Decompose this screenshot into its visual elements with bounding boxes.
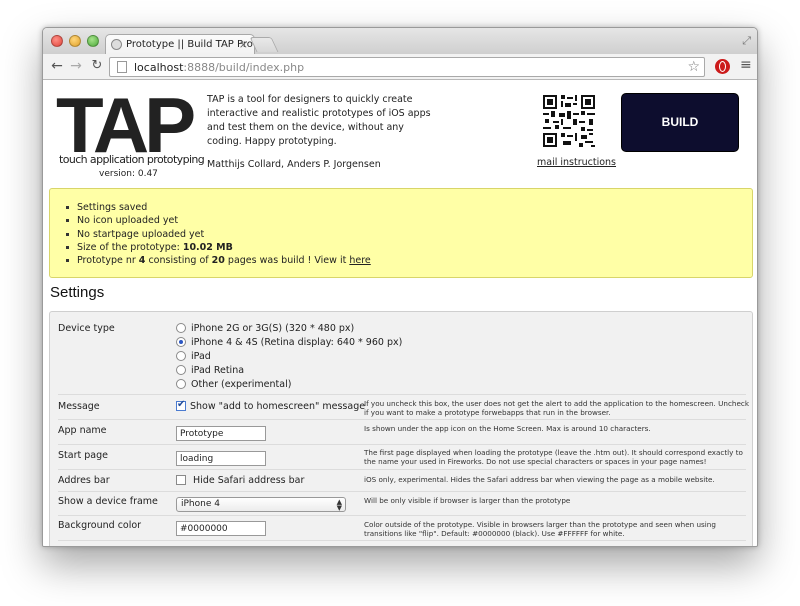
- window-close-icon[interactable]: [51, 35, 63, 47]
- checkbox-label: Show "add to homescreen" message: [190, 401, 366, 412]
- intro-text: TAP is a tool for designers to quickly c…: [207, 94, 431, 147]
- background-color-label: Background color: [58, 520, 142, 531]
- tab-strip: Prototype || Build TAP Protot × ⤢: [43, 28, 757, 55]
- start-page-help: The first page displayed when loading th…: [364, 448, 743, 467]
- device-option-label: Other (experimental): [191, 379, 292, 390]
- back-arrow-icon[interactable]: ←: [49, 58, 65, 74]
- browser-toolbar: ← → ↻ localhost:8888/build/index.php ☆ ≡: [43, 54, 757, 80]
- app-name-input[interactable]: [176, 426, 266, 441]
- radio-button[interactable]: [176, 323, 186, 333]
- device-frame-label: Show a device frame: [58, 496, 158, 507]
- fullscreen-icon[interactable]: ⤢: [742, 34, 751, 48]
- device-option-iphone-3g[interactable]: iPhone 2G or 3G(S) (320 * 480 px): [176, 323, 354, 334]
- checkbox-checked[interactable]: [176, 399, 186, 411]
- radio-button[interactable]: [176, 379, 186, 389]
- device-option-ipad-retina[interactable]: iPad Retina: [176, 365, 244, 376]
- start-page-label: Start page: [58, 450, 108, 461]
- radio-button[interactable]: [176, 365, 186, 375]
- opera-extension-icon[interactable]: [715, 59, 730, 74]
- browser-window: Prototype || Build TAP Protot × ⤢ ← → ↻ …: [42, 27, 758, 547]
- device-option-label: iPad Retina: [191, 365, 245, 376]
- message-label: Message: [58, 401, 100, 412]
- proto-pages: 20: [211, 255, 225, 267]
- size-value: 10.02 MB: [182, 241, 233, 253]
- url-path: :8888/build/index.php: [183, 61, 305, 74]
- window-zoom-icon[interactable]: [87, 35, 99, 47]
- address-bar-row: Addres bar Hide Safari address bar iOS o…: [58, 470, 746, 492]
- background-color-input[interactable]: [176, 521, 266, 536]
- menu-hamburger-icon[interactable]: ≡: [740, 57, 752, 73]
- device-option-label: iPad: [191, 351, 211, 362]
- device-option-ipad[interactable]: iPad: [176, 351, 211, 362]
- device-frame-help: Will be only visible if browser is large…: [364, 496, 571, 505]
- checkbox-unchecked[interactable]: [176, 475, 186, 485]
- reload-icon[interactable]: ↻: [89, 58, 105, 74]
- logo-subtitle: touch application prototyping: [59, 153, 205, 166]
- device-type-row: Device type iPhone 2G or 3G(S) (320 * 48…: [58, 312, 746, 395]
- forward-arrow-icon[interactable]: →: [68, 58, 84, 74]
- proto-suffix: pages was build ! View it: [224, 255, 350, 267]
- checkbox-label: Hide Safari address bar: [193, 475, 305, 486]
- url-host: localhost: [134, 61, 184, 74]
- app-name-label: App name: [58, 425, 107, 436]
- background-color-row: Background color Color outside of the pr…: [58, 516, 746, 541]
- notice-item: No icon uploaded yet: [66, 214, 752, 227]
- status-notice: Settings saved No icon uploaded yet No s…: [49, 188, 753, 278]
- notice-item: No startpage uploaded yet: [66, 228, 752, 241]
- view-here-link[interactable]: here: [349, 255, 370, 266]
- device-option-other[interactable]: Other (experimental): [176, 379, 291, 390]
- device-option-label: iPhone 2G or 3G(S) (320 * 480 px): [191, 323, 355, 334]
- app-name-row: App name Is shown under the app icon on …: [58, 420, 746, 445]
- version-label: version: 0.47: [99, 169, 158, 179]
- settings-panel: Device type iPhone 2G or 3G(S) (320 * 48…: [49, 311, 753, 546]
- message-help: If you uncheck this box, the user does n…: [364, 399, 749, 418]
- page-icon: [117, 61, 127, 73]
- start-page-row: Start page The first page displayed when…: [58, 445, 746, 470]
- notice-item: Settings saved: [66, 201, 752, 214]
- settings-title: Settings: [50, 284, 105, 301]
- hide-address-bar-checkbox[interactable]: Hide Safari address bar: [176, 475, 304, 486]
- proto-mid: consisting of: [145, 255, 212, 267]
- app-name-help: Is shown under the app icon on the Home …: [364, 424, 651, 433]
- address-bar[interactable]: localhost:8888/build/index.php ☆: [109, 57, 705, 77]
- device-option-label: iPhone 4 & 4S (Retina display: 640 * 960…: [191, 337, 403, 348]
- browser-tab[interactable]: Prototype || Build TAP Protot ×: [105, 34, 255, 55]
- page-viewport: TAP touch application prototyping versio…: [43, 80, 757, 546]
- notice-item-size: Size of the prototype: 10.02 MB: [66, 241, 752, 254]
- proto-prefix: Prototype nr: [77, 255, 139, 267]
- tab-title: Prototype || Build TAP Protot: [126, 39, 255, 50]
- radio-button[interactable]: [176, 351, 186, 361]
- message-row: Message Show "add to homescreen" message…: [58, 395, 749, 420]
- build-button[interactable]: BUILD: [621, 93, 739, 152]
- device-frame-select[interactable]: iPhone 4 ▲ ▼: [176, 497, 346, 512]
- mail-instructions-link[interactable]: mail instructions: [537, 157, 616, 168]
- address-bar-label: Addres bar: [58, 475, 110, 486]
- background-color-help: Color outside of the prototype. Visible …: [364, 520, 716, 539]
- authors-text: Matthijs Collard, Anders P. Jorgensen: [207, 159, 381, 170]
- device-type-label: Device type: [58, 323, 115, 334]
- start-page-input[interactable]: [176, 451, 266, 466]
- device-frame-selected: iPhone 4: [181, 499, 220, 509]
- radio-button-selected[interactable]: [176, 337, 186, 347]
- tab-close-icon[interactable]: ×: [239, 38, 248, 51]
- size-prefix: Size of the prototype:: [77, 241, 183, 253]
- address-bar-help: iOS only, experimental. Hides the Safari…: [364, 475, 715, 484]
- window-minimize-icon[interactable]: [69, 35, 81, 47]
- device-option-iphone-4[interactable]: iPhone 4 & 4S (Retina display: 640 * 960…: [176, 337, 402, 348]
- favicon-icon: [111, 39, 122, 50]
- homescreen-message-checkbox[interactable]: Show "add to homescreen" message: [176, 399, 366, 412]
- bookmark-star-icon[interactable]: ☆: [687, 59, 700, 75]
- notice-item-prototype: Prototype nr 4 consisting of 20 pages wa…: [66, 254, 752, 267]
- qr-code-icon: [543, 95, 595, 147]
- select-arrows-icon: ▲ ▼: [336, 498, 342, 512]
- device-frame-row: Show a device frame iPhone 4 ▲ ▼ Will be o…: [58, 492, 746, 516]
